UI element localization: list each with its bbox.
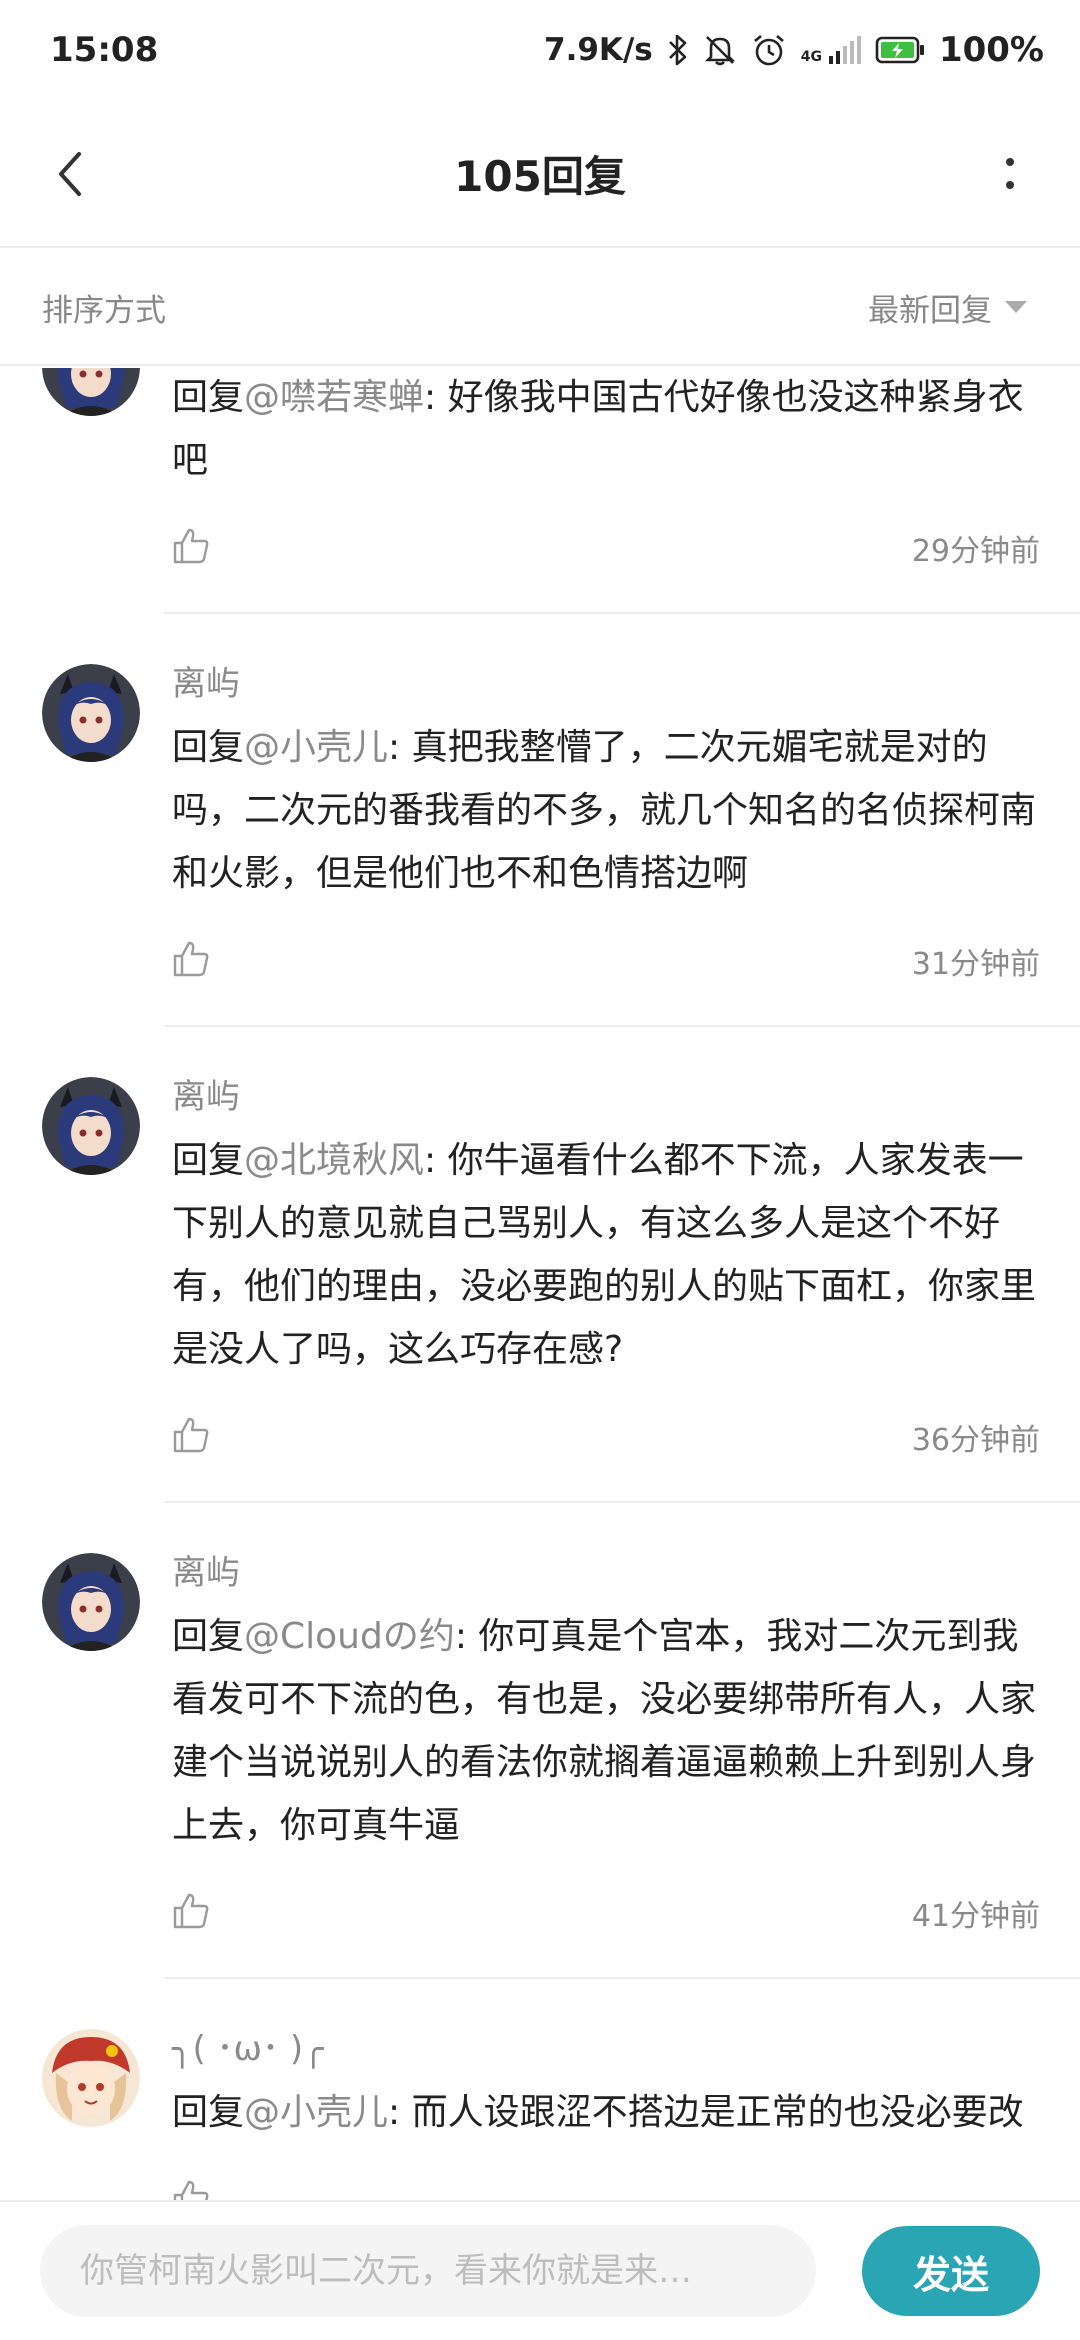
reply-mention[interactable]: @小壳儿 — [244, 2092, 388, 2133]
status-icons: 7.9K/s 4G 100% — [544, 30, 1044, 70]
reply-prefix: 回复 — [172, 377, 245, 418]
thumbs-up-icon — [172, 1893, 210, 1934]
reply-text: 回复@北境秋风: 你牛逼看什么都不下流，人家发表一下别人的意见就自己骂别人，有这… — [172, 1129, 1040, 1381]
reply-meta: 36分钟前 — [172, 1397, 1040, 1477]
sort-label: 排序方式 — [42, 292, 166, 329]
more-options-button[interactable] — [980, 144, 1040, 204]
reply-prefix: 回复 — [172, 1616, 245, 1657]
reply-item[interactable]: ╮( ･ω･ )╭ 回复@小壳儿: 而人设跟涩不搭边是正常的也没必要改 — [0, 1979, 1080, 2200]
reply-time: 41分钟前 — [911, 1899, 1040, 1934]
avatar[interactable] — [42, 1553, 140, 1651]
network-speed: 7.9K/s — [544, 32, 653, 68]
reply-time: 31分钟前 — [911, 947, 1040, 982]
reply-item[interactable]: 离屿 回复@小壳儿: 真把我整懵了，二次元媚宅就是对的吗，二次元的番我看的不多，就… — [0, 614, 1080, 1027]
like-button[interactable] — [172, 1416, 210, 1458]
thumbs-up-icon — [172, 528, 210, 569]
like-button[interactable] — [172, 527, 210, 569]
reply-content: : 而人设跟涩不搭边是正常的也没必要改 — [388, 2092, 1024, 2133]
sort-dropdown[interactable]: 最新回复 — [868, 285, 1028, 330]
reply-meta: 41分钟前 — [172, 1873, 1040, 1953]
reply-time: 29分钟前 — [911, 534, 1040, 569]
status-bar: 15:08 7.9K/s 4G 100% — [0, 0, 1080, 100]
app-bar: 105回复 — [0, 100, 1080, 248]
reply-time: 36分钟前 — [911, 1423, 1040, 1458]
reply-text: 回复@Cloudの约: 你可真是个宫本，我对二次元到我看发可不下流的色，有也是，… — [172, 1605, 1040, 1857]
reply-prefix: 回复 — [172, 727, 245, 768]
sort-selected-value: 最新回复 — [868, 292, 992, 329]
reply-author[interactable]: 离屿 — [172, 1545, 1040, 1601]
reply-prefix: 回复 — [172, 2092, 245, 2133]
reply-mention[interactable]: @噤若寒蝉 — [244, 377, 424, 418]
reply-mention[interactable]: @小壳儿 — [244, 727, 388, 768]
avatar[interactable] — [42, 664, 140, 762]
like-button[interactable] — [172, 940, 210, 982]
thumbs-up-icon — [172, 941, 210, 982]
network-type: 4G — [800, 49, 822, 65]
sort-bar: 排序方式 最新回复 — [0, 250, 1080, 366]
cellular-signal-icon: 4G — [801, 36, 861, 64]
status-time: 15:08 — [50, 30, 159, 70]
page-title: 105回复 — [454, 151, 626, 201]
reply-author[interactable]: 离屿 — [172, 1069, 1040, 1125]
reply-composer: 你管柯南火影叫二次元，看来你就是来… 发送 — [0, 2200, 1080, 2340]
reply-item[interactable]: 离屿 回复@北境秋风: 你牛逼看什么都不下流，人家发表一下别人的意见就自己骂别人，… — [0, 1027, 1080, 1503]
avatar[interactable] — [42, 1077, 140, 1175]
like-button[interactable] — [172, 1892, 210, 1934]
battery-level: 100% — [938, 30, 1044, 70]
reply-list-content: 离屿回复@噤若寒蝉: 好像我中国古代好像也没这种紧身衣吧29分钟前离屿回复@小壳… — [0, 368, 1080, 2200]
reply-mention[interactable]: @北境秋风 — [244, 1140, 424, 1181]
reply-meta: 29分钟前 — [172, 508, 1040, 588]
back-button[interactable] — [40, 144, 100, 204]
reply-item[interactable]: 离屿回复@噤若寒蝉: 好像我中国古代好像也没这种紧身衣吧29分钟前 — [0, 368, 1080, 614]
reply-list[interactable]: 离屿回复@噤若寒蝉: 好像我中国古代好像也没这种紧身衣吧29分钟前离屿回复@小壳… — [0, 368, 1080, 2200]
reply-meta: 31分钟前 — [172, 921, 1040, 1001]
mute-bell-icon — [703, 33, 737, 67]
chevron-left-icon — [59, 152, 81, 196]
more-vertical-icon — [1006, 158, 1014, 189]
reply-meta — [172, 2160, 1040, 2200]
reply-mention[interactable]: @Cloudの约 — [244, 1616, 455, 1657]
reply-prefix: 回复 — [172, 1140, 245, 1181]
alarm-icon — [751, 32, 787, 68]
reply-author[interactable]: 离屿 — [172, 656, 1040, 712]
reply-input[interactable]: 你管柯南火影叫二次元，看来你就是来… — [40, 2225, 816, 2317]
caret-down-icon — [1005, 301, 1027, 313]
avatar[interactable] — [42, 368, 140, 416]
reply-text: 回复@小壳儿: 真把我整懵了，二次元媚宅就是对的吗，二次元的番我看的不多，就几个… — [172, 716, 1040, 905]
reply-item[interactable]: 离屿 回复@Cloudの约: 你可真是个宫本，我对二次元到我看发可不下流的色，有也… — [0, 1503, 1080, 1979]
battery-icon — [875, 35, 925, 65]
like-button[interactable] — [172, 2179, 210, 2200]
send-button[interactable]: 发送 — [862, 2226, 1040, 2316]
reply-text: 回复@噤若寒蝉: 好像我中国古代好像也没这种紧身衣吧 — [172, 368, 1040, 492]
reply-text: 回复@小壳儿: 而人设跟涩不搭边是正常的也没必要改 — [172, 2081, 1040, 2144]
bluetooth-icon — [667, 33, 689, 67]
reply-author[interactable]: ╮( ･ω･ )╭ — [172, 2021, 1040, 2077]
thumbs-up-icon — [172, 1417, 210, 1458]
avatar[interactable] — [42, 2029, 140, 2127]
